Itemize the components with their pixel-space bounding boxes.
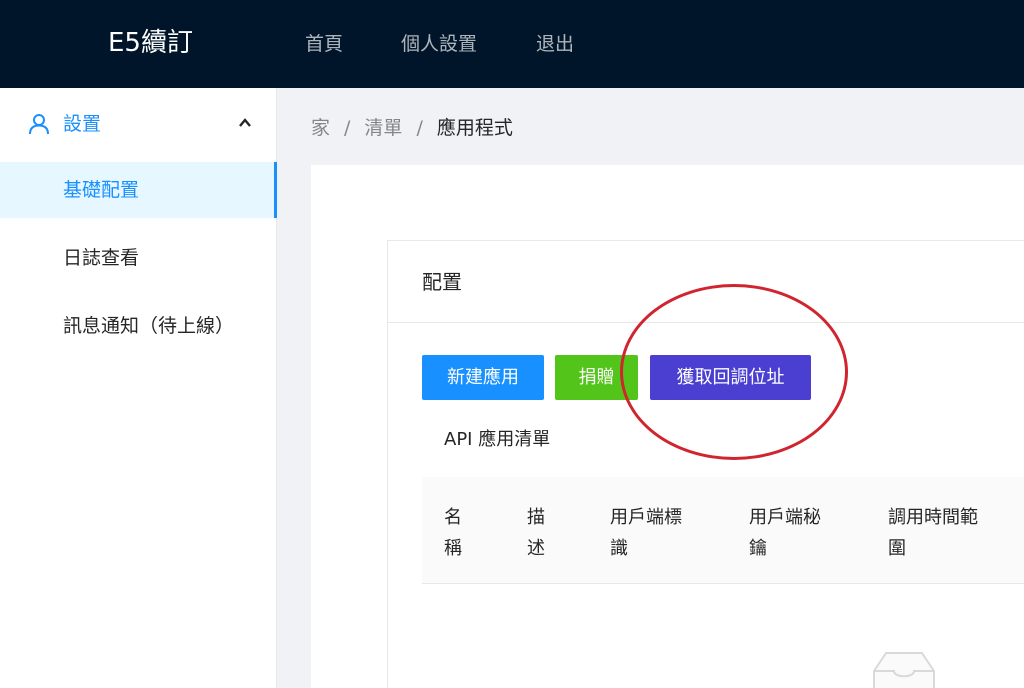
breadcrumb: 家 / 清單 / 應用程式 [311,114,513,142]
column-header-client-secret: 用戶端秘鑰 [749,507,821,559]
column-header-name: 名稱 [444,507,462,559]
sidebar-item-label: 基礎配置 [63,179,140,201]
config-card: 配置 新建應用 捐贈 獲取回調位址 API 應用清單 名稱 描述 用戶端標識 用… [387,240,1024,688]
nav-logout[interactable]: 退出 [536,30,574,58]
sidebar-item-basic-config[interactable]: 基礎配置 [0,162,277,218]
new-app-button[interactable]: 新建應用 [422,355,544,400]
sidebar-item-log-view[interactable]: 日誌查看 [0,230,277,286]
sidebar-item-notifications[interactable]: 訊息通知（待上線） [0,298,277,354]
sidebar-item-label: 訊息通知（待上線） [63,315,235,337]
donate-button[interactable]: 捐贈 [555,355,638,400]
user-icon [29,114,49,135]
breadcrumb-home[interactable]: 家 [311,117,330,139]
sidebar-item-label: 日誌查看 [63,247,140,269]
breadcrumb-separator: / [416,117,423,139]
top-header: E5續訂 首頁 個人設置 退出 [0,0,1024,88]
sidebar: 設置 基礎配置 日誌查看 訊息通知（待上線） [0,88,277,688]
column-header-client-id: 用戶端標識 [610,507,682,559]
submenu-label: 設置 [63,113,102,135]
table-header: 名稱 描述 用戶端標識 用戶端秘鑰 調用時間範圍 [422,477,1024,584]
submenu-settings[interactable]: 設置 [0,106,276,142]
breadcrumb-current: 應用程式 [436,117,513,139]
inbox-empty-icon [873,652,935,688]
card-title: 配置 [422,270,462,294]
content-area: 配置 新建應用 捐贈 獲取回調位址 API 應用清單 名稱 描述 用戶端標識 用… [311,165,1024,688]
card-header: 配置 [388,241,1024,323]
column-header-description: 描述 [527,507,545,559]
column-header-call-time-range: 調用時間範圍 [888,507,978,559]
chevron-up-icon[interactable] [238,116,252,130]
list-title: API 應用清單 [444,429,551,450]
get-callback-url-button[interactable]: 獲取回調位址 [650,355,811,400]
nav-personal-settings[interactable]: 個人設置 [401,30,477,58]
breadcrumb-list[interactable]: 清單 [364,117,402,139]
breadcrumb-separator: / [344,117,351,139]
app-logo: E5續訂 [108,28,193,58]
nav-home[interactable]: 首頁 [305,30,343,58]
